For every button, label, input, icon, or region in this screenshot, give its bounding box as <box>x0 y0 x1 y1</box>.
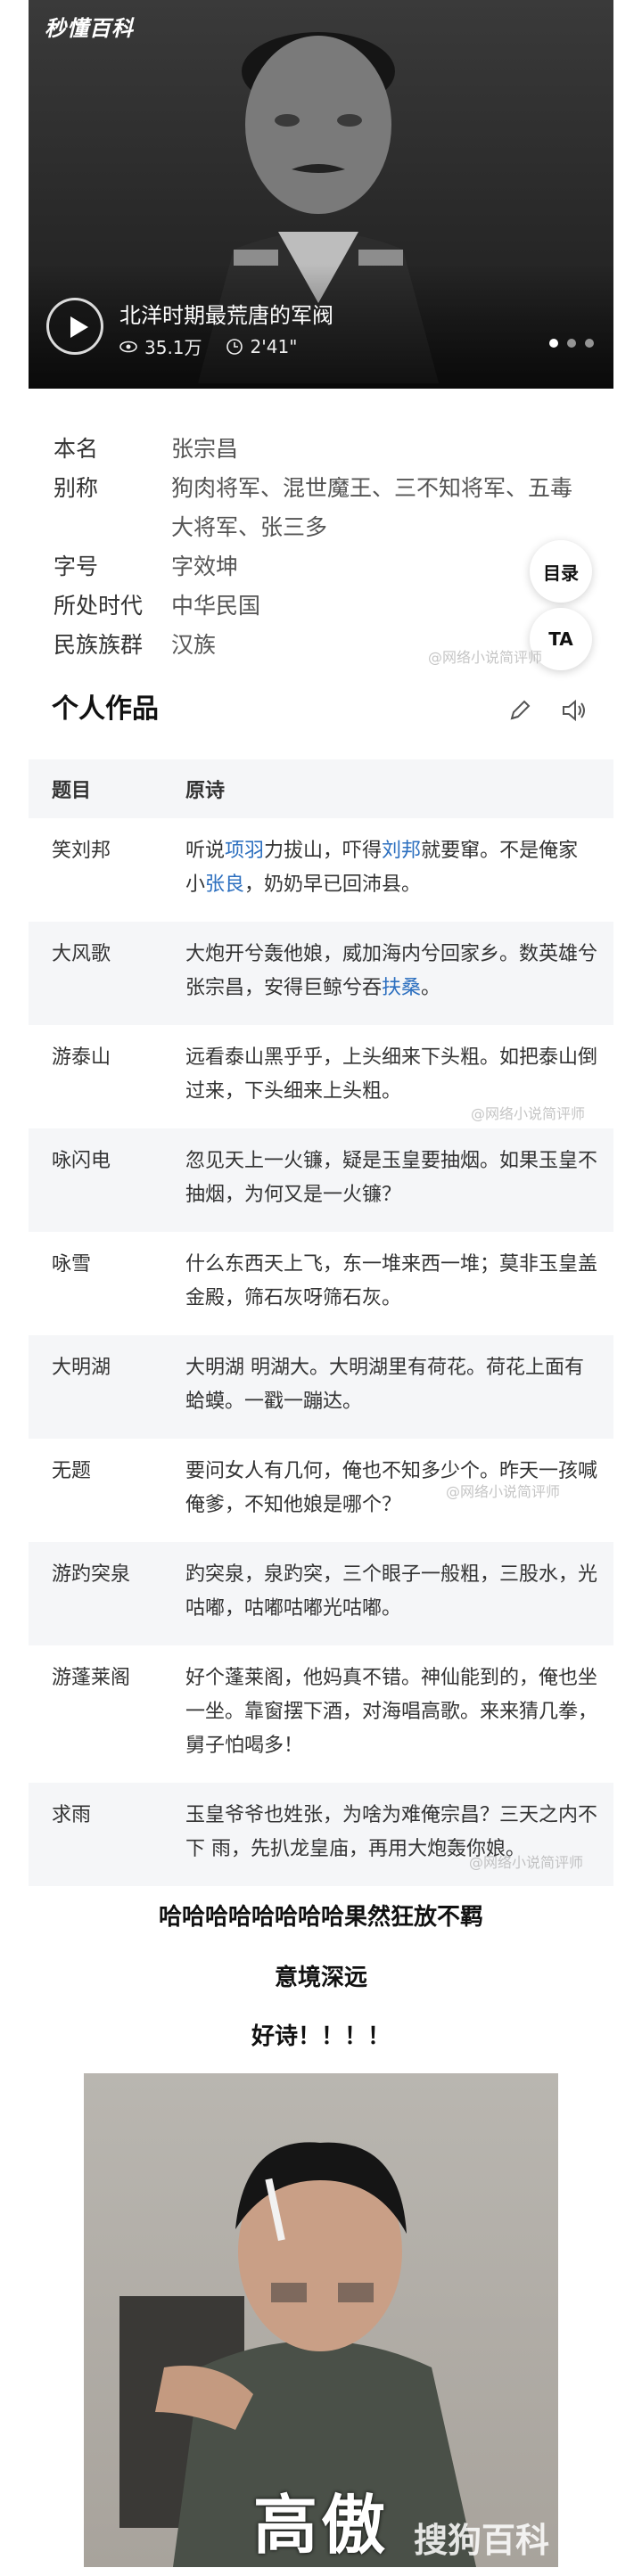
info-value: 张宗昌 <box>171 436 239 462</box>
column-header-poem: 原诗 <box>185 780 226 802</box>
info-value: 字效坤 <box>171 554 239 579</box>
caption-text: 意境深远 <box>274 1965 367 1991</box>
poem-text-part: 力拔山，吓得 <box>264 840 383 862</box>
table-row: 咏雪 什么东西天上飞，东一堆来西一堆；莫非玉皇盖金殿，筛石灰呀筛石灰。 <box>29 1232 613 1335</box>
view-count: 35.1万 <box>144 337 202 358</box>
edit-icon[interactable] <box>506 697 533 724</box>
poem-title: 游泰山 <box>52 1046 111 1069</box>
carousel-dots[interactable] <box>549 339 594 348</box>
info-row: 所处时代 中华民国 <box>54 587 588 626</box>
meme-watermark: 搜狗百科 <box>413 2521 549 2560</box>
ta-label: TA <box>548 628 573 650</box>
info-row: 本名 张宗昌 <box>54 430 588 469</box>
link-zhangliang[interactable]: 张良 <box>205 874 244 896</box>
poem-title: 咏雪 <box>52 1253 92 1276</box>
section-title: 个人作品 <box>52 693 159 725</box>
meme-image: 高傲 搜狗百科 <box>84 2073 558 2567</box>
carousel-dot[interactable] <box>585 339 594 348</box>
poem-text: 大明湖 明湖大。大明湖里有荷花。荷花上面有蛤蟆。一戳一蹦达。 <box>185 1357 584 1413</box>
video-title: 北洋时期最荒唐的军阀 <box>119 303 333 328</box>
toc-button[interactable]: 目录 <box>530 540 592 603</box>
info-label: 字号 <box>54 554 99 579</box>
poem-title: 大风歌 <box>52 943 111 965</box>
link-xiangyu[interactable]: 项羽 <box>225 840 264 862</box>
table-header: 题目 原诗 <box>29 759 613 818</box>
poem-title: 咏闪电 <box>52 1150 111 1172</box>
poem-text: 忽见天上一火镰，疑是玉皇要抽烟。如果玉皇不抽烟，为何又是一火镰？ <box>185 1150 598 1206</box>
poem-text: 趵突泉，泉趵突，三个眼子一般粗，三股水，光咕嘟，咕嘟咕嘟光咕嘟。 <box>185 1563 598 1620</box>
poem-title: 大明湖 <box>52 1357 111 1379</box>
video-meta: 35.1万 2'41" <box>119 333 297 359</box>
poem-title: 求雨 <box>52 1804 92 1826</box>
eye-icon <box>119 340 137 352</box>
poem-text-part: ，奶奶早已回沛县。 <box>244 874 422 896</box>
works-table: 题目 原诗 笑刘邦 听说项羽力拔山，吓得刘邦就要窜。不是俺家小张良，奶奶早已回沛… <box>29 759 613 1886</box>
caption-text: 好诗！！！！ <box>251 2023 391 2050</box>
info-row: 字号 字效坤 <box>54 547 588 587</box>
info-label: 民族族群 <box>54 632 144 658</box>
table-row: 游蓬莱阁 好个蓬莱阁，他妈真不错。神仙能到的，俺也坐一坐。靠窗摆下酒，对海唱高歌… <box>29 1645 613 1783</box>
info-value: 狗肉将军、混世魔王、三不知将军、五毒大将军、张三多 <box>171 475 573 540</box>
poem-text-part: 。 <box>421 977 441 999</box>
table-row: 大风歌 大炮开兮轰他娘，威加海内兮回家乡。数英雄兮张宗昌，安得巨鲸兮吞扶桑。 <box>29 922 613 1025</box>
poem-text-part: 听说 <box>185 840 226 862</box>
poem-title: 笑刘邦 <box>52 840 111 862</box>
table-row: 咏闪电 忽见天上一火镰，疑是玉皇要抽烟。如果玉皇不抽烟，为何又是一火镰？ <box>29 1128 613 1232</box>
info-label: 本名 <box>54 436 99 462</box>
caption-text: 哈哈哈哈哈哈哈哈果然狂放不羁 <box>158 1904 483 1931</box>
clock-icon <box>226 338 243 355</box>
info-value: 中华民国 <box>171 593 261 619</box>
table-row: 游趵突泉 趵突泉，泉趵突，三个眼子一般粗，三股水，光咕嘟，咕嘟咕嘟光咕嘟。 <box>29 1542 613 1645</box>
table-row: 大明湖 大明湖 明湖大。大明湖里有荷花。荷花上面有蛤蟆。一戳一蹦达。 <box>29 1335 613 1439</box>
carousel-dot[interactable] <box>549 339 558 348</box>
poem-text: 大炮开兮轰他娘，威加海内兮回家乡。数英雄兮张宗昌，安得巨鲸兮吞扶桑。 <box>185 938 613 1005</box>
video-player[interactable]: 秒懂百科 北洋时期最荒唐的军阀 35.1万 2'41" <box>29 0 613 389</box>
table-row: 笑刘邦 听说项羽力拔山，吓得刘邦就要窜。不是俺家小张良，奶奶早已回沛县。 <box>29 818 613 922</box>
poem-text: 远看泰山黑乎乎，上头细来下头粗。如把泰山倒过来，下头细来上头粗。 <box>185 1046 598 1103</box>
poem-title: 无题 <box>52 1460 92 1482</box>
poem-text: 什么东西天上飞，东一堆来西一堆；莫非玉皇盖金殿，筛石灰呀筛石灰。 <box>185 1253 598 1309</box>
info-label: 所处时代 <box>54 593 144 619</box>
watermark: @网络小说简评师 <box>471 1105 586 1122</box>
brand-logo: 秒懂百科 <box>45 16 134 41</box>
play-button[interactable] <box>46 298 103 355</box>
poem-text: 听说项羽力拔山，吓得刘邦就要窜。不是俺家小张良，奶奶早已回沛县。 <box>185 834 613 902</box>
watermark: @网络小说简评师 <box>469 1854 584 1871</box>
watermark: @网络小说简评师 <box>446 1483 561 1500</box>
poem-title: 游趵突泉 <box>52 1563 131 1586</box>
info-row: 别称 狗肉将军、混世魔王、三不知将军、五毒大将军、张三多 <box>54 469 588 547</box>
link-liubang[interactable]: 刘邦 <box>382 840 421 862</box>
watermark: @网络小说简评师 <box>428 649 543 666</box>
column-header-title: 题目 <box>52 780 92 802</box>
carousel-dot[interactable] <box>567 339 576 348</box>
speaker-icon[interactable] <box>560 697 587 724</box>
link-fusang[interactable]: 扶桑 <box>382 977 421 999</box>
basic-info: 本名 张宗昌 别称 狗肉将军、混世魔王、三不知将军、五毒大将军、张三多 字号 字效坤 … <box>54 430 588 665</box>
duration: 2'41" <box>250 335 298 357</box>
poem-text: 好个蓬莱阁，他妈真不错。神仙能到的，俺也坐一坐。靠窗摆下酒，对海唱高歌。来来猜几… <box>185 1667 598 1757</box>
poem-title: 游蓬莱阁 <box>52 1667 131 1689</box>
info-label: 别称 <box>54 475 99 501</box>
